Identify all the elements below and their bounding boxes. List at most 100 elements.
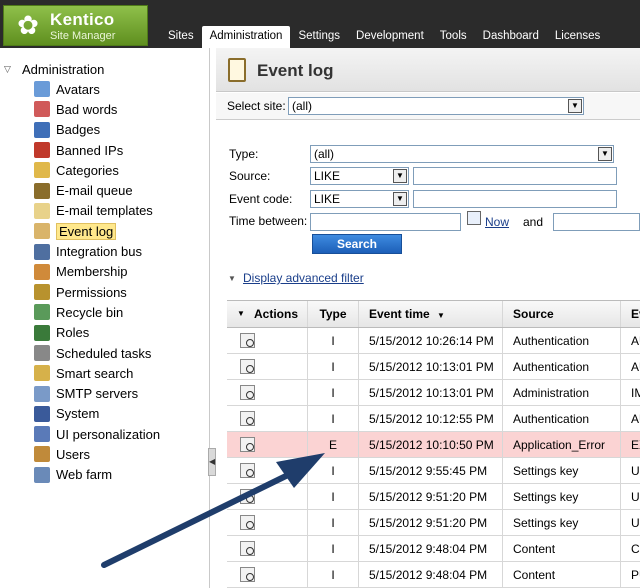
event-time-cell: 5/15/2012 9:51:20 PM	[359, 510, 503, 535]
column-header-actions[interactable]: ▼ Actions	[227, 301, 308, 327]
time-from-input[interactable]	[310, 213, 461, 231]
column-header-event-time[interactable]: Event time ▼	[359, 301, 503, 327]
sidebar-collapse-handle[interactable]: ◀	[208, 448, 216, 476]
sidebar-item-smart-search[interactable]: Smart search	[34, 363, 160, 383]
time-to-input[interactable]	[553, 213, 640, 231]
table-row[interactable]: I5/15/2012 10:26:14 PMAuthentication AU	[227, 328, 640, 354]
event-code-cell: AU	[631, 412, 640, 426]
dropdown-arrow-icon[interactable]: ▼	[568, 99, 582, 113]
sidebar-item-users[interactable]: Users	[34, 444, 160, 464]
event-time-cell: 5/15/2012 10:13:01 PM	[359, 354, 503, 379]
tab-licenses[interactable]: Licenses	[547, 26, 608, 48]
view-details-icon[interactable]	[240, 541, 255, 556]
sidebar-item-avatars[interactable]: Avatars	[34, 79, 160, 99]
brand-name: Kentico	[50, 10, 115, 29]
sidebar-item-membership[interactable]: Membership	[34, 262, 160, 282]
actions-cell	[227, 484, 308, 509]
event-code-label: Event code:	[229, 192, 293, 206]
banned-ips-icon	[34, 142, 50, 159]
sidebar-item-label: Web farm	[56, 467, 113, 483]
table-row[interactable]: I5/15/2012 9:48:04 PMContent PU	[227, 562, 640, 588]
view-details-icon[interactable]	[240, 515, 255, 530]
display-advanced-filter-link[interactable]: Display advanced filter	[243, 271, 364, 285]
sidebar-item-permissions[interactable]: Permissions	[34, 282, 160, 302]
view-details-icon[interactable]	[240, 489, 255, 504]
view-details-icon[interactable]	[240, 437, 255, 452]
sidebar-item-e-mail-templates[interactable]: E-mail templates	[34, 201, 160, 221]
actions-menu-icon[interactable]: ▼	[237, 301, 245, 327]
grid-rows: I5/15/2012 10:26:14 PMAuthenticationAUI5…	[227, 328, 640, 588]
expand-caret-icon[interactable]: ▼	[228, 274, 236, 283]
tab-development[interactable]: Development	[348, 26, 432, 48]
table-row[interactable]: E 5/15/2012 10:10:50 PM Application_Error E…	[227, 432, 640, 458]
view-details-icon[interactable]	[240, 463, 255, 478]
tree-root-administration[interactable]: ▽ Administration	[4, 61, 104, 77]
page-header: Event log	[216, 48, 640, 92]
grid-header-row: ▼ Actions Type Event time ▼ Source Ev	[227, 301, 640, 328]
sidebar-item-bad-words[interactable]: Bad words	[34, 99, 160, 119]
sidebar-item-ui-personalization[interactable]: UI personalization	[34, 424, 160, 444]
sidebar-item-badges[interactable]: Badges	[34, 120, 160, 140]
source-operator-select[interactable]: LIKE ▼	[310, 167, 409, 185]
table-row[interactable]: I5/15/2012 10:13:01 PMAuthentication AU	[227, 354, 640, 380]
view-details-icon[interactable]	[240, 333, 255, 348]
main-content: Event log Select site: (all) ▼ Type: (al…	[216, 48, 640, 588]
table-row[interactable]: I 5/15/2012 10:13:01 PM Administration IM	[227, 380, 640, 406]
select-site-label: Select site:	[227, 99, 286, 113]
event-code-input[interactable]	[413, 190, 617, 208]
view-details-icon[interactable]	[240, 385, 255, 400]
sidebar-item-banned-ips[interactable]: Banned IPs	[34, 140, 160, 160]
type-cell: I	[308, 536, 359, 561]
sidebar-item-system[interactable]: System	[34, 404, 160, 424]
view-details-icon[interactable]	[240, 411, 255, 426]
kentico-logo[interactable]: ✿ Kentico Site Manager	[3, 5, 148, 46]
dropdown-arrow-icon[interactable]: ▼	[598, 147, 612, 161]
table-row[interactable]: I5/15/2012 9:51:20 PMSettings key UP	[227, 510, 640, 536]
event-code-operator-select[interactable]: LIKE ▼	[310, 190, 409, 208]
tab-settings[interactable]: Settings	[290, 26, 348, 48]
column-header-event[interactable]: Ev	[621, 301, 640, 327]
sidebar-item-integration-bus[interactable]: Integration bus	[34, 241, 160, 261]
table-row[interactable]: I5/15/2012 9:55:45 PMSettings key UP	[227, 458, 640, 484]
source-input[interactable]	[413, 167, 617, 185]
sidebar-item-recycle-bin[interactable]: Recycle bin	[34, 302, 160, 322]
tab-administration[interactable]: Administration	[201, 26, 291, 48]
sidebar-item-label: UI personalization	[56, 426, 161, 442]
column-header-type[interactable]: Type	[308, 301, 359, 327]
table-row[interactable]: I5/15/2012 9:51:20 PMSettings key UP	[227, 484, 640, 510]
source-cell: Settings key	[503, 458, 621, 483]
type-cell: I	[308, 458, 359, 483]
event-time-cell: 5/15/2012 9:48:04 PM	[359, 562, 503, 587]
collapse-icon[interactable]: ▽	[4, 64, 14, 75]
sidebar-item-label: Integration bus	[56, 244, 143, 260]
view-details-icon[interactable]	[240, 359, 255, 374]
type-select[interactable]: (all) ▼	[310, 145, 614, 163]
tab-sites[interactable]: Sites	[160, 26, 202, 48]
search-button[interactable]: Search	[312, 234, 402, 254]
now-link[interactable]: Now	[485, 215, 509, 229]
sidebar-item-label: Bad words	[56, 101, 118, 117]
actions-cell	[227, 406, 308, 431]
type-cell: I	[308, 484, 359, 509]
column-header-source[interactable]: Source	[503, 301, 621, 327]
sidebar-item-label: Membership	[56, 264, 128, 280]
sidebar-item-scheduled-tasks[interactable]: Scheduled tasks	[34, 343, 160, 363]
sidebar-item-e-mail-queue[interactable]: E-mail queue	[34, 180, 160, 200]
sidebar-item-categories[interactable]: Categories	[34, 160, 160, 180]
calendar-icon[interactable]	[467, 211, 481, 225]
tab-tools[interactable]: Tools	[432, 26, 475, 48]
dropdown-arrow-icon[interactable]: ▼	[393, 192, 407, 206]
table-row[interactable]: I5/15/2012 9:48:04 PMContent CH	[227, 536, 640, 562]
dropdown-arrow-icon[interactable]: ▼	[393, 169, 407, 183]
site-select[interactable]: (all) ▼	[288, 97, 584, 115]
system-icon	[34, 405, 50, 422]
sidebar-item-smtp-servers[interactable]: SMTP servers	[34, 383, 160, 403]
sidebar-item-roles[interactable]: Roles	[34, 323, 160, 343]
view-details-icon[interactable]	[240, 567, 255, 582]
users-icon	[34, 446, 50, 463]
table-row[interactable]: I5/15/2012 10:12:55 PMAuthentication AU	[227, 406, 640, 432]
sidebar-item-web-farm[interactable]: Web farm	[34, 465, 160, 485]
sidebar-item-event-log[interactable]: Event log	[34, 221, 160, 241]
tab-dashboard[interactable]: Dashboard	[475, 26, 547, 48]
smart-search-icon	[34, 365, 50, 382]
